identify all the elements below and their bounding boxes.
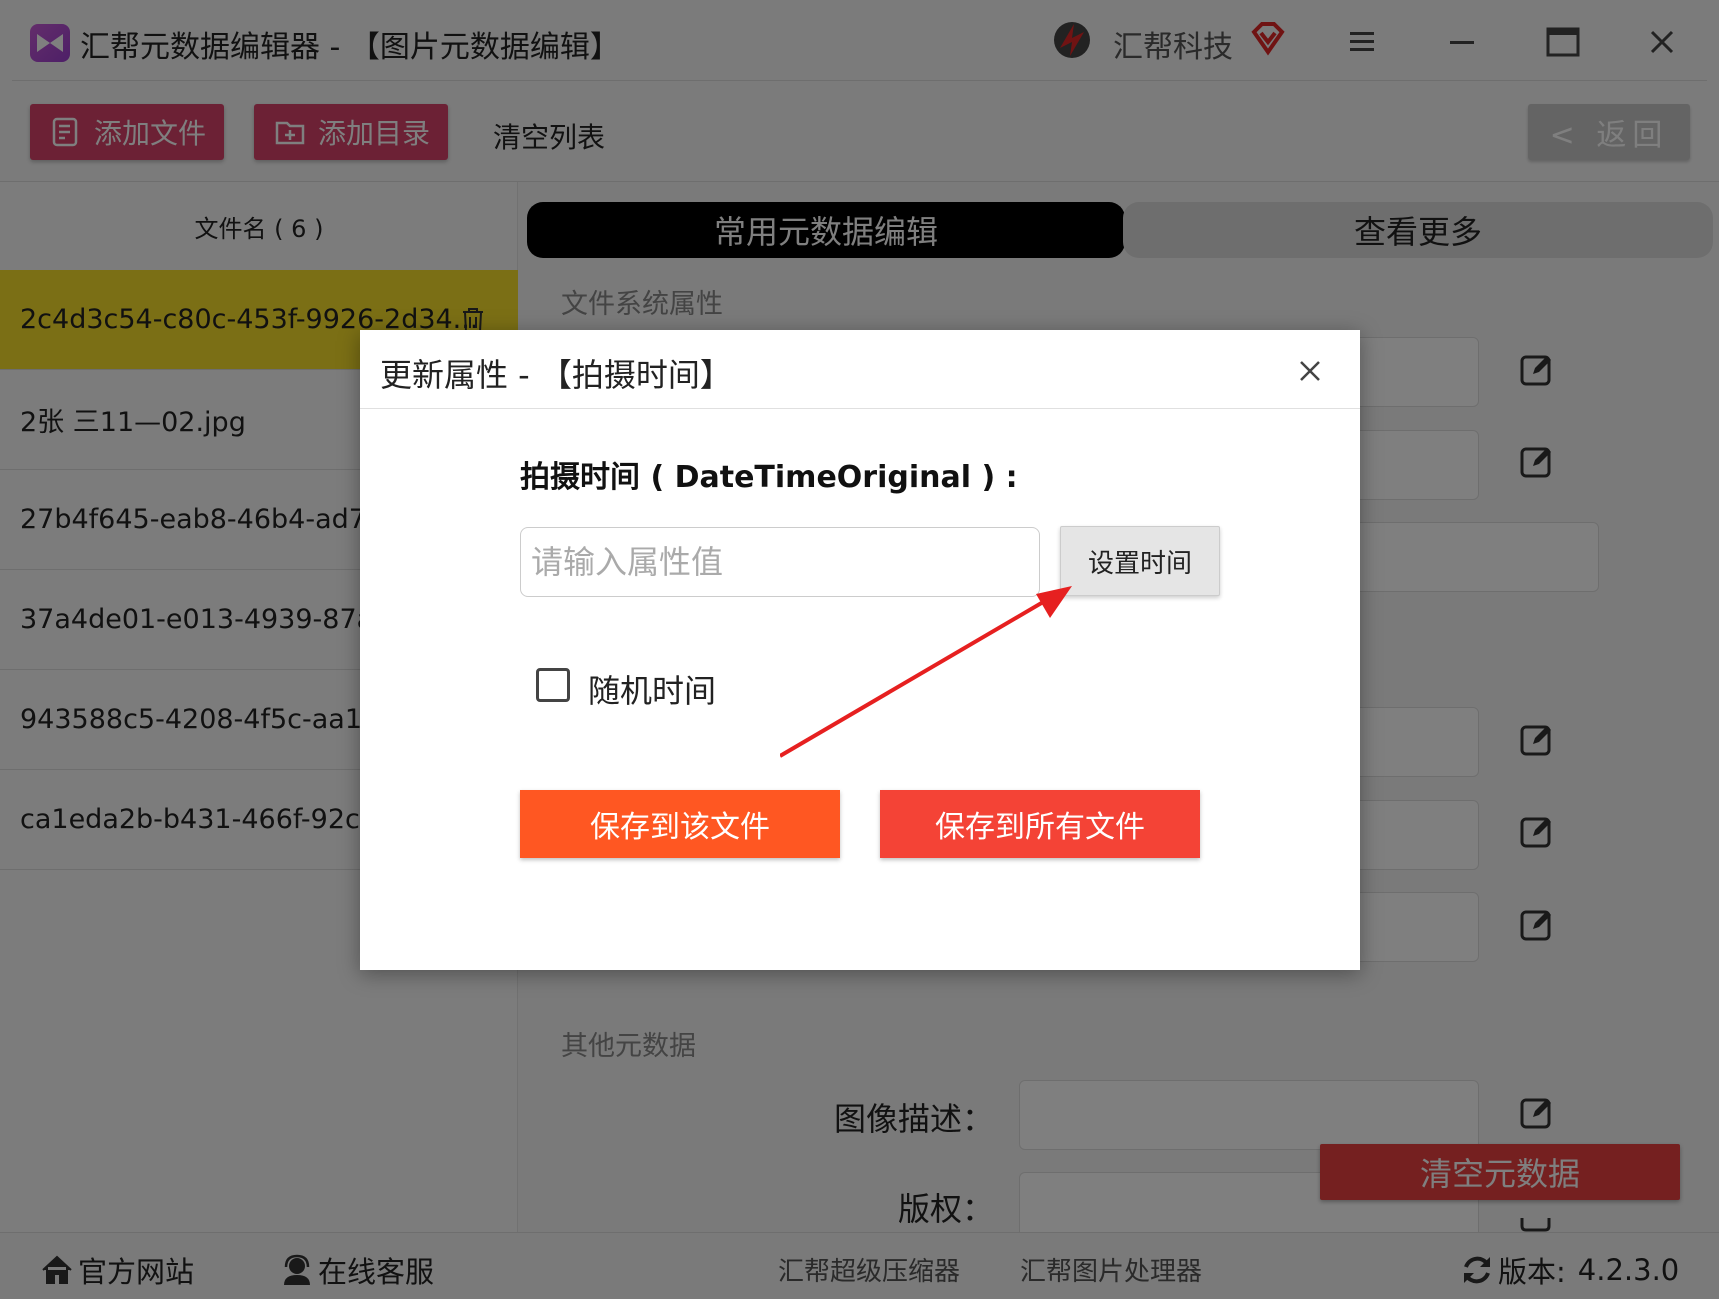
random-time-label: 随机时间 — [588, 672, 717, 710]
dialog-divider — [360, 408, 1360, 409]
close-icon[interactable] — [1295, 356, 1325, 386]
random-time-checkbox[interactable] — [536, 668, 570, 702]
dialog-title: 更新属性 - 【拍摄时间】 — [380, 356, 732, 394]
set-time-button[interactable]: 设置时间 — [1060, 526, 1220, 596]
property-label: 拍摄时间 ( DateTimeOriginal ) : — [520, 460, 1018, 495]
annotation-arrow-icon — [780, 586, 1072, 758]
save-to-all-files-button[interactable]: 保存到所有文件 — [880, 790, 1200, 858]
save-to-this-file-button[interactable]: 保存到该文件 — [520, 790, 840, 858]
